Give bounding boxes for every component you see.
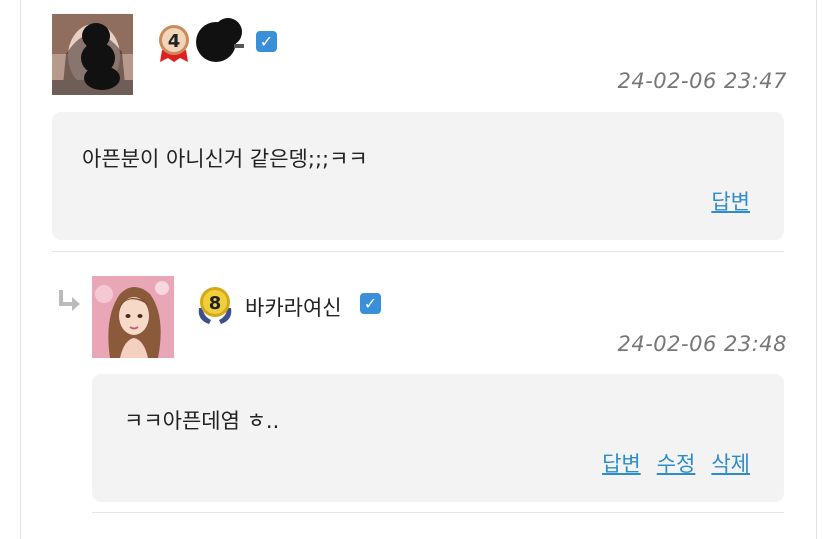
author-nickname[interactable]: 바카라여신 [245,292,342,322]
comment-item: 4 ✓ 24-02-06 23:47 아픈분이 아니신거 같은뎅;;;ㅋㅋ 답변 [0,0,835,250]
delete-button[interactable]: 삭제 [711,448,750,478]
level-wreath-icon: 8 [193,282,237,326]
level-medal-icon: 4 [152,20,196,64]
checkbox-check-icon: ✓ [360,293,381,314]
reply-button[interactable]: 답변 [602,448,641,478]
svg-text:4: 4 [168,31,181,52]
checkbox-check-icon: ✓ [256,31,277,52]
comment-timestamp: 24-02-06 23:47 [617,69,787,93]
reply-button[interactable]: 답변 [711,186,750,216]
redacted-nickname-mark [194,14,246,64]
avatar[interactable] [92,276,174,358]
comment-actions: 답변 [711,186,750,216]
comment-bubble: ㅋㅋ아픈데염 ㅎ.. 답변 수정 삭제 [92,374,784,502]
comment-timestamp: 24-02-06 23:48 [617,332,787,356]
comment-text: 아픈분이 아니신거 같은뎅;;;ㅋㅋ [82,147,368,171]
edit-button[interactable]: 수정 [657,448,696,478]
comment-text: ㅋㅋ아픈데염 ㅎ.. [124,409,280,433]
reply-comment-item: 8 바카라여신 ✓ 24-02-06 23:48 ㅋㅋ아픈데염 ㅎ.. 답변 수… [0,262,835,512]
reply-arrow-icon [58,290,84,314]
comment-actions: 답변 수정 삭제 [602,448,750,478]
svg-text:8: 8 [209,293,222,314]
comment-divider [52,251,784,252]
avatar[interactable] [52,14,133,95]
comment-bubble: 아픈분이 아니신거 같은뎅;;;ㅋㅋ 답변 [52,112,784,240]
comment-divider [92,512,784,513]
